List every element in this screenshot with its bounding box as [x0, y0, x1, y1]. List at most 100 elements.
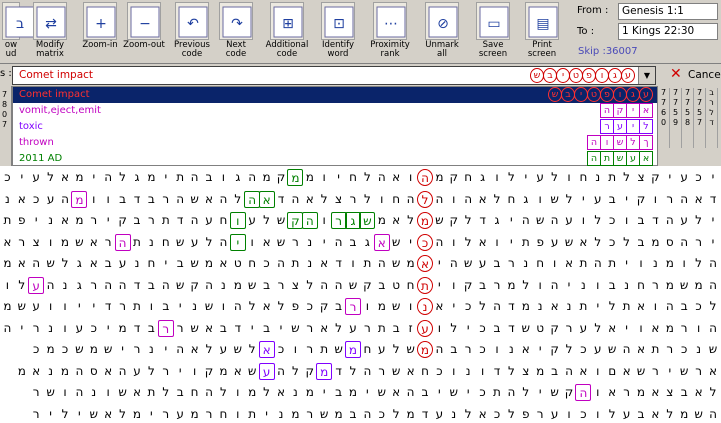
matrix-cell[interactable]: ש	[388, 298, 404, 315]
matrix-cell[interactable]: ו	[590, 277, 606, 294]
matrix-cell[interactable]: ב	[331, 298, 347, 315]
matrix-cell[interactable]: ה	[431, 191, 447, 208]
matrix-cell[interactable]: ל	[287, 363, 303, 380]
matrix-cell[interactable]: ה	[158, 277, 174, 294]
matrix-cell[interactable]: ה	[417, 169, 433, 186]
matrix-cell[interactable]: ב	[201, 169, 217, 186]
matrix-cell[interactable]: מ	[417, 212, 433, 229]
matrix-cell[interactable]: ח	[417, 363, 433, 380]
matrix-cell[interactable]: נ	[57, 277, 73, 294]
matrix-cell[interactable]: ר	[86, 212, 102, 229]
matrix-cell[interactable]: ו	[532, 191, 548, 208]
matrix-cell[interactable]: נ	[590, 169, 606, 186]
matrix-cell[interactable]: ה	[705, 406, 721, 423]
matrix-cell[interactable]: ע	[258, 362, 275, 380]
matrix-cell[interactable]: ל	[57, 255, 73, 272]
matrix-cell[interactable]: פ	[287, 298, 303, 315]
matrix-cell[interactable]: ר	[172, 320, 188, 337]
matrix-cell[interactable]: מ	[345, 341, 361, 358]
matrix-cell[interactable]: ע	[417, 319, 433, 337]
matrix-cell[interactable]: ש	[273, 234, 289, 251]
matrix-cell[interactable]: מ	[14, 363, 30, 380]
matrix-cell[interactable]: ה	[374, 255, 390, 272]
previous-code-button[interactable]: ↶ Previous code	[170, 1, 214, 63]
matrix-cell[interactable]: ש	[388, 255, 404, 272]
matrix-cell[interactable]: ה	[431, 234, 447, 251]
matrix-cell[interactable]: ש	[446, 384, 462, 401]
matrix-cell[interactable]: ש	[345, 277, 361, 294]
matrix-cell[interactable]: ש	[230, 341, 246, 358]
matrix-cell[interactable]: ת	[0, 212, 15, 229]
matrix-cell[interactable]: ל	[619, 234, 635, 251]
matrix-cell[interactable]: א	[316, 320, 332, 337]
matrix-cell[interactable]: נ	[302, 255, 318, 272]
matrix-cell[interactable]: י	[460, 384, 476, 401]
matrix-cell[interactable]: מ	[633, 384, 649, 401]
matrix-cell[interactable]: א	[547, 298, 563, 315]
matrix-cell[interactable]: מ	[691, 277, 707, 294]
matrix-cell[interactable]: ל	[215, 384, 231, 401]
matrix-cell[interactable]: ל	[345, 363, 361, 380]
matrix-cell[interactable]: מ	[71, 212, 87, 229]
matrix-cell[interactable]: ר	[345, 298, 361, 315]
matrix-cell[interactable]: ח	[143, 255, 159, 272]
matrix-cell[interactable]: ל	[446, 320, 462, 337]
matrix-cell[interactable]: ו	[43, 298, 59, 315]
matrix-cell[interactable]: א	[633, 298, 649, 315]
matrix-cell[interactable]: י	[100, 212, 116, 229]
matrix-cell[interactable]: ש	[187, 255, 203, 272]
matrix-cell[interactable]: ה	[187, 169, 203, 186]
matrix-cell[interactable]: נ	[417, 298, 433, 315]
word-list-item[interactable]: 2011 AD ה ת ש ע א	[13, 151, 657, 167]
matrix-cell[interactable]: ה	[503, 384, 519, 401]
matrix-cell[interactable]: ת	[647, 341, 663, 358]
matrix-cell[interactable]: י	[518, 169, 534, 186]
matrix-cell[interactable]: ס	[662, 234, 678, 251]
matrix-cell[interactable]: ב	[676, 384, 692, 401]
matrix-cell[interactable]: א	[259, 234, 275, 251]
matrix-cell[interactable]: ה	[57, 191, 73, 208]
matrix-cell[interactable]: ר	[143, 212, 159, 229]
matrix-cell[interactable]: ש	[388, 363, 404, 380]
matrix-cell[interactable]: ק	[316, 298, 332, 315]
matrix-cell[interactable]: ה	[43, 277, 59, 294]
matrix-cell[interactable]: ר	[28, 406, 44, 423]
matrix-cell[interactable]: י	[431, 255, 447, 272]
matrix-cell[interactable]: י	[403, 234, 419, 251]
matrix-cell[interactable]: ה	[331, 277, 347, 294]
matrix-cell[interactable]: ש	[374, 384, 390, 401]
matrix-cell[interactable]: ל	[43, 169, 59, 186]
matrix-cell[interactable]: ו	[489, 341, 505, 358]
matrix-cell[interactable]: א	[691, 384, 707, 401]
matrix-cell[interactable]: ה	[301, 212, 318, 229]
matrix-cell[interactable]: ש	[201, 298, 217, 315]
matrix-cell[interactable]: כ	[86, 320, 102, 337]
matrix-cell[interactable]: ר	[287, 234, 303, 251]
matrix-cell[interactable]: י	[14, 169, 30, 186]
matrix-cell[interactable]: א	[316, 255, 332, 272]
matrix-cell[interactable]: ר	[662, 341, 678, 358]
matrix-cell[interactable]: ד	[230, 320, 246, 337]
matrix-cell[interactable]: ע	[345, 320, 361, 337]
matrix-cell[interactable]: ק	[302, 363, 318, 380]
matrix-cell[interactable]: ה	[201, 277, 217, 294]
matrix-cell[interactable]: ק	[446, 212, 462, 229]
matrix-cell[interactable]: ד	[172, 212, 188, 229]
matrix-cell[interactable]: ב	[633, 212, 649, 229]
matrix-cell[interactable]: ל	[115, 406, 131, 423]
matrix-cell[interactable]: א	[201, 191, 217, 208]
matrix-cell[interactable]: א	[129, 384, 145, 401]
matrix-cell[interactable]: א	[647, 320, 663, 337]
matrix-cell[interactable]: ב	[331, 384, 347, 401]
matrix-cell[interactable]: א	[258, 190, 275, 208]
matrix-cell[interactable]: ל	[503, 169, 519, 186]
matrix-cell[interactable]: ח	[244, 255, 260, 272]
matrix-cell[interactable]: נ	[215, 277, 231, 294]
matrix-cell[interactable]: ר	[460, 341, 476, 358]
matrix-cell[interactable]: ש	[561, 234, 577, 251]
matrix-cell[interactable]: נ	[0, 191, 15, 208]
matrix-cell[interactable]: ג	[359, 234, 375, 251]
matrix-cell[interactable]: מ	[287, 169, 304, 186]
matrix-cell[interactable]: י	[28, 212, 44, 229]
matrix-cell[interactable]: ב	[172, 255, 188, 272]
